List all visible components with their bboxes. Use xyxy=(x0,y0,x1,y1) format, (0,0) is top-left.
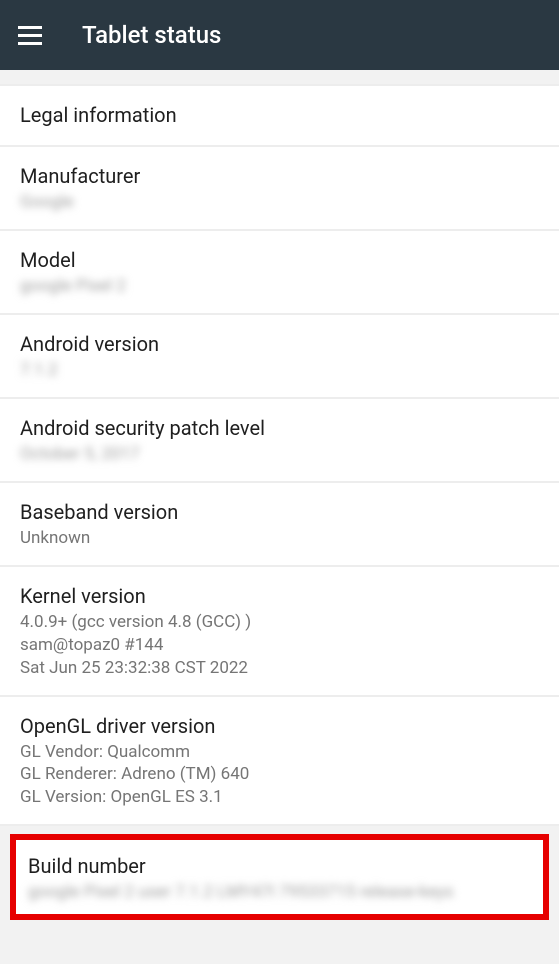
app-header: Tablet status xyxy=(0,0,559,70)
item-title: Manufacturer xyxy=(20,164,539,188)
item-title: Baseband version xyxy=(20,500,539,524)
item-value: 4.0.9+ (gcc version 4.8 (GCC) ) sam@topa… xyxy=(20,611,539,680)
kernel-item[interactable]: Kernel version 4.0.9+ (gcc version 4.8 (… xyxy=(0,567,559,697)
page-title: Tablet status xyxy=(82,21,221,49)
item-title: Kernel version xyxy=(20,584,539,608)
item-title: Legal information xyxy=(20,103,539,127)
item-title: Model xyxy=(20,248,539,272)
settings-list: Legal information Manufacturer Google Mo… xyxy=(0,84,559,826)
manufacturer-item[interactable]: Manufacturer Google xyxy=(0,147,559,231)
legal-information-item[interactable]: Legal information xyxy=(0,84,559,147)
item-value: Unknown xyxy=(20,527,539,550)
android-version-item[interactable]: Android version 7.1.2 xyxy=(0,315,559,399)
build-number-item[interactable]: Build number google Pixel 2 user 7.1.2 L… xyxy=(16,840,543,914)
item-value: GL Vendor: Qualcomm GL Renderer: Adreno … xyxy=(20,741,539,810)
item-value: google Pixel 2 xyxy=(20,275,539,298)
item-value: October 5, 2017 xyxy=(20,443,539,466)
build-number-highlight: Build number google Pixel 2 user 7.1.2 L… xyxy=(10,834,549,920)
item-value: 7.1.2 xyxy=(20,359,539,382)
baseband-item[interactable]: Baseband version Unknown xyxy=(0,483,559,567)
item-title: OpenGL driver version xyxy=(20,714,539,738)
item-value: Google xyxy=(20,191,539,214)
security-patch-item[interactable]: Android security patch level October 5, … xyxy=(0,399,559,483)
item-title: Android security patch level xyxy=(20,416,539,440)
menu-icon[interactable] xyxy=(18,21,46,49)
model-item[interactable]: Model google Pixel 2 xyxy=(0,231,559,315)
item-title: Build number xyxy=(28,854,531,878)
opengl-item[interactable]: OpenGL driver version GL Vendor: Qualcom… xyxy=(0,697,559,827)
item-value: google Pixel 2 user 7.1.2 LMY47I 7953371… xyxy=(28,881,531,904)
item-title: Android version xyxy=(20,332,539,356)
